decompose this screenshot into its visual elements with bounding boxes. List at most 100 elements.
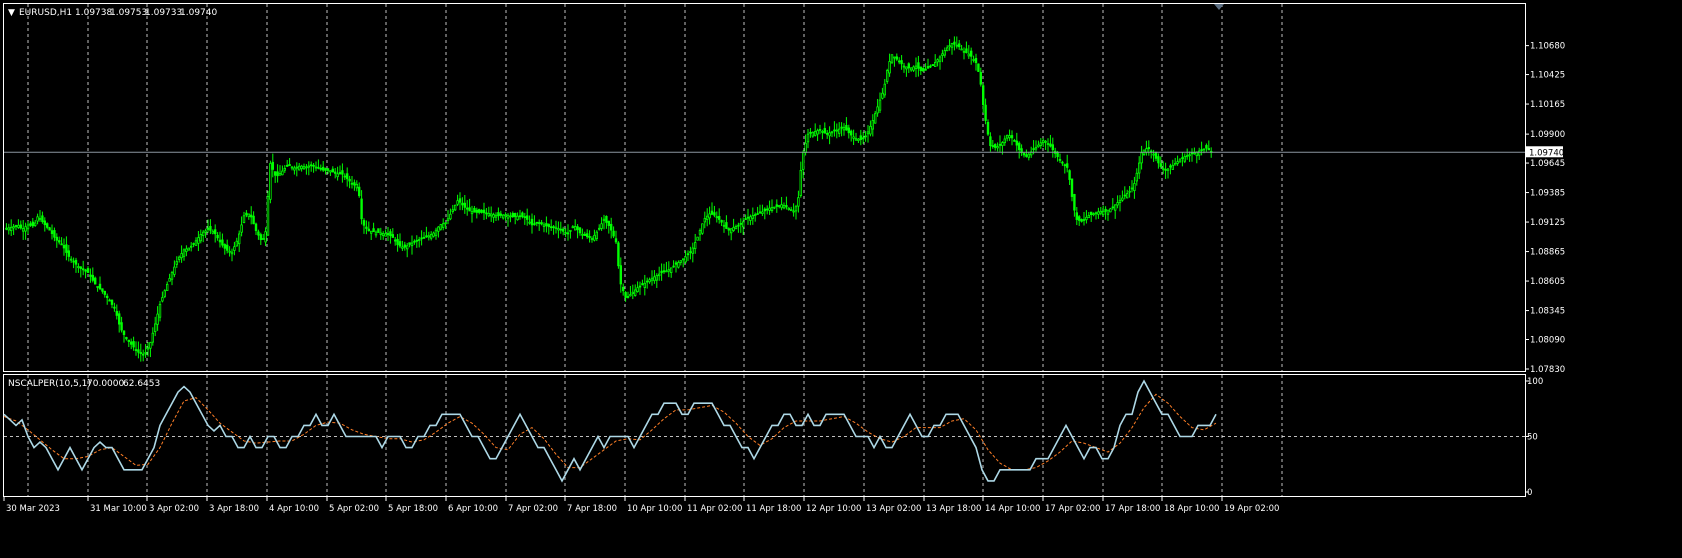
candle-body bbox=[1094, 212, 1098, 215]
collapse-arrow-icon[interactable]: ▼ bbox=[8, 8, 15, 18]
candle-body bbox=[847, 127, 851, 134]
candle-body bbox=[823, 128, 827, 134]
candle-body bbox=[686, 253, 690, 256]
candle-body bbox=[554, 226, 558, 229]
candle-body bbox=[1154, 151, 1158, 159]
indicator-axis[interactable]: 100 50 0 bbox=[1525, 377, 1543, 498]
candle-body bbox=[1068, 170, 1071, 180]
candle-body bbox=[996, 146, 999, 149]
candle-body bbox=[1190, 152, 1194, 155]
candle-body bbox=[245, 212, 248, 216]
candle-body bbox=[588, 235, 591, 239]
time-axis-label: 14 Apr 10:00 bbox=[985, 504, 1040, 514]
candle-body bbox=[787, 207, 791, 211]
candle-body bbox=[1039, 142, 1043, 146]
indicator-axis-label: 0 bbox=[1527, 488, 1532, 498]
candle-body bbox=[194, 240, 198, 246]
candle-body bbox=[646, 280, 649, 283]
candle-body bbox=[624, 292, 627, 298]
candle-body bbox=[79, 266, 83, 269]
candle-body bbox=[235, 240, 239, 247]
candle-body bbox=[67, 250, 71, 257]
candle-body bbox=[379, 232, 383, 235]
price-axis-label: 1.08865 bbox=[1530, 248, 1565, 258]
candle-body bbox=[948, 45, 951, 48]
candle-body bbox=[727, 228, 731, 231]
candle-body bbox=[1198, 150, 1201, 156]
candle-body bbox=[972, 59, 975, 61]
time-axis-label: 3 Apr 02:00 bbox=[149, 504, 199, 514]
candle-body bbox=[782, 205, 786, 209]
candle-body bbox=[547, 224, 551, 228]
candle-body bbox=[766, 208, 769, 211]
candle-body bbox=[156, 313, 159, 325]
candle-body bbox=[58, 240, 61, 243]
candle-body bbox=[276, 171, 279, 177]
candle-body bbox=[225, 244, 229, 251]
candle-body bbox=[900, 60, 903, 65]
candle-body bbox=[206, 227, 210, 230]
candle-body bbox=[689, 251, 692, 254]
candle-body bbox=[120, 322, 123, 331]
candle-body bbox=[487, 212, 491, 217]
candle-body bbox=[482, 209, 486, 214]
candle-body bbox=[950, 42, 954, 48]
candle-body bbox=[778, 205, 781, 207]
candle-body bbox=[425, 235, 428, 238]
price-axis[interactable]: 1.10680 1.10425 1.10165 1.09900 1.09645 1.093… bbox=[1525, 42, 1565, 375]
candle-body bbox=[574, 226, 577, 231]
candle-body bbox=[811, 131, 815, 137]
candle-body bbox=[977, 63, 980, 72]
candle-body bbox=[586, 233, 589, 238]
candle-body bbox=[691, 247, 695, 254]
candle-body bbox=[480, 209, 483, 213]
candle-body bbox=[257, 231, 260, 236]
candle-body bbox=[362, 220, 366, 226]
candle-body bbox=[1181, 157, 1184, 160]
indicator-value-1: 70.0000 bbox=[87, 379, 124, 389]
candle-body bbox=[816, 130, 819, 135]
candle-body bbox=[504, 214, 507, 217]
candle-body bbox=[216, 234, 219, 239]
candle-body bbox=[242, 215, 246, 223]
indicator-panel[interactable] bbox=[3, 374, 1526, 497]
candle-body bbox=[501, 214, 505, 219]
candle-body bbox=[177, 256, 181, 260]
trading-chart[interactable]: ▼ EURUSD,H1 1.09738 1.09753 1.09733 1.09… bbox=[0, 0, 1682, 558]
candle-body bbox=[682, 258, 685, 261]
candle-body bbox=[1159, 163, 1163, 167]
time-axis[interactable]: 30 Mar 2023 31 Mar 10:00 3 Apr 02:00 3 Apr … bbox=[3, 497, 1279, 514]
candle-body bbox=[492, 214, 495, 218]
candle-body bbox=[137, 349, 140, 353]
candle-body bbox=[530, 218, 534, 226]
candle-body bbox=[538, 222, 541, 224]
candle-body bbox=[970, 50, 973, 57]
candle-body bbox=[470, 211, 474, 215]
candle-body bbox=[367, 228, 371, 232]
main-price-panel[interactable] bbox=[3, 3, 1526, 372]
candle-body bbox=[804, 142, 807, 153]
time-axis-label: 13 Apr 02:00 bbox=[866, 504, 921, 514]
candle-body bbox=[535, 221, 539, 224]
candle-body bbox=[1058, 159, 1062, 161]
candle-body bbox=[1049, 143, 1052, 147]
candle-body bbox=[50, 230, 54, 234]
candle-body bbox=[1130, 187, 1134, 190]
candle-body bbox=[24, 226, 27, 232]
candle-body bbox=[453, 204, 457, 211]
candle-body bbox=[182, 249, 186, 257]
candle-body bbox=[141, 353, 145, 356]
time-axis-label: 19 Apr 02:00 bbox=[1224, 504, 1279, 514]
candle-body bbox=[473, 207, 476, 213]
candle-body bbox=[1080, 219, 1083, 222]
candle-body bbox=[835, 129, 839, 132]
candle-body bbox=[578, 227, 582, 234]
candle-body bbox=[353, 182, 356, 186]
candle-body bbox=[221, 239, 224, 246]
candle-body bbox=[1027, 153, 1031, 158]
candle-body bbox=[185, 248, 188, 252]
candle-body bbox=[468, 207, 471, 212]
candle-body bbox=[581, 233, 584, 236]
candle-body bbox=[1183, 156, 1187, 162]
candle-body bbox=[134, 349, 138, 351]
